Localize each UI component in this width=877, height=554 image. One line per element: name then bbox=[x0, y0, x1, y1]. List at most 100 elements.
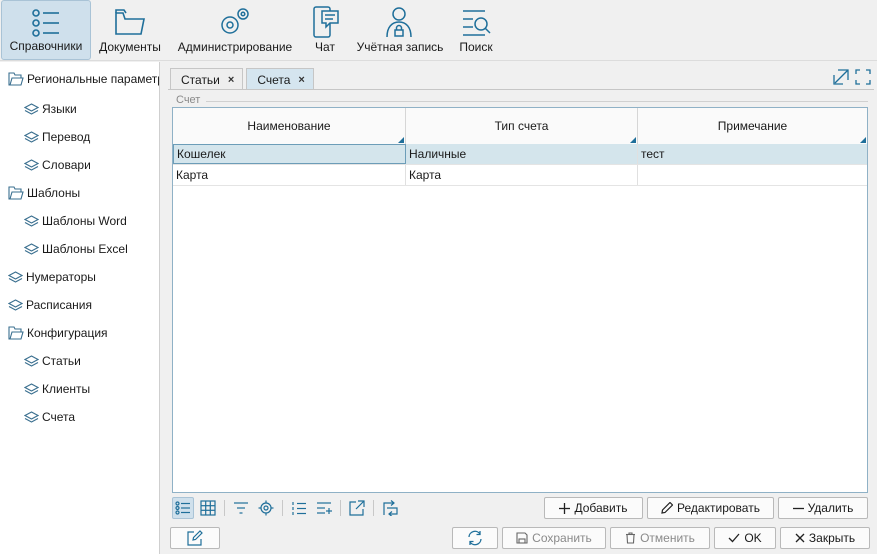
close-icon[interactable]: × bbox=[228, 74, 234, 86]
table-row[interactable]: Кошелек Наличные тест bbox=[173, 144, 867, 165]
button-label: Редактировать bbox=[677, 501, 760, 515]
column-header-name[interactable]: Наименование bbox=[173, 108, 406, 144]
tab-bar: Статьи × Счета × bbox=[170, 68, 317, 90]
gear-icon[interactable] bbox=[255, 497, 277, 519]
layers-icon bbox=[8, 270, 23, 283]
tree-item-label: Статьи bbox=[42, 354, 81, 368]
tree-item-configuration[interactable]: Конфигурация bbox=[8, 322, 108, 344]
table-cell[interactable]: Наличные bbox=[406, 144, 638, 164]
transfer-icon[interactable] bbox=[379, 497, 401, 519]
tree-item-label: Конфигурация bbox=[27, 326, 108, 340]
fullscreen-icon[interactable] bbox=[855, 69, 871, 85]
column-header-label: Тип счета bbox=[494, 119, 549, 133]
user-lock-icon bbox=[386, 7, 412, 38]
layers-icon bbox=[24, 354, 39, 367]
close-icon[interactable]: × bbox=[298, 74, 304, 86]
tree-item-excel-templates[interactable]: Шаблоны Excel bbox=[24, 238, 128, 260]
toolbar-separator bbox=[282, 500, 283, 516]
layers-icon bbox=[24, 382, 39, 395]
folder-open-icon bbox=[8, 326, 24, 340]
sort-corner-icon bbox=[398, 137, 404, 143]
toolbar-directories-button[interactable]: Справочники bbox=[1, 0, 91, 60]
trash-icon bbox=[626, 532, 636, 544]
tab-label: Счета bbox=[257, 72, 291, 87]
tab-label: Статьи bbox=[181, 72, 220, 87]
grid-toolbar bbox=[172, 497, 404, 519]
add-row-icon[interactable] bbox=[313, 497, 335, 519]
delete-button[interactable]: Удалить bbox=[778, 497, 868, 519]
save-button[interactable]: Сохранить bbox=[502, 527, 606, 549]
tree-item-clients[interactable]: Клиенты bbox=[24, 378, 90, 400]
accounts-grid[interactable]: Наименование Тип счета Примечание Кошеле… bbox=[172, 107, 868, 493]
layers-icon bbox=[24, 242, 39, 255]
add-button[interactable]: Добавить bbox=[544, 497, 643, 519]
tree-item-translation[interactable]: Перевод bbox=[24, 126, 90, 148]
table-cell[interactable]: тест bbox=[638, 144, 867, 164]
numbered-list-icon[interactable] bbox=[288, 497, 310, 519]
filter-icon[interactable] bbox=[230, 497, 252, 519]
tree-item-numerators[interactable]: Нумераторы bbox=[8, 266, 96, 288]
grid-header: Наименование Тип счета Примечание bbox=[173, 108, 867, 144]
sort-corner-icon bbox=[630, 137, 636, 143]
toolbar-label: Документы bbox=[99, 40, 161, 54]
tab-bar-divider bbox=[168, 89, 874, 90]
chat-icon bbox=[313, 6, 339, 38]
table-view-icon[interactable] bbox=[197, 497, 219, 519]
button-label: OK bbox=[744, 531, 762, 545]
folder-open-icon bbox=[8, 186, 24, 200]
table-cell[interactable] bbox=[638, 165, 867, 185]
toolbar-chat-button[interactable]: Чат bbox=[306, 0, 344, 60]
tree-item-schedules[interactable]: Расписания bbox=[8, 294, 92, 316]
ok-button[interactable]: OK bbox=[714, 527, 776, 549]
tree-item-articles[interactable]: Статьи bbox=[24, 350, 81, 372]
table-cell[interactable]: Карта bbox=[173, 165, 406, 185]
tab-articles[interactable]: Статьи × bbox=[170, 68, 244, 90]
tree-item-label: Счета bbox=[42, 410, 76, 424]
list-icon bbox=[32, 9, 59, 37]
tree-item-label: Расписания bbox=[26, 298, 92, 312]
main-toolbar: Справочники Документы Администрирование … bbox=[0, 0, 877, 61]
button-label: Удалить bbox=[807, 501, 854, 515]
pencil-icon bbox=[661, 502, 674, 514]
column-header-note[interactable]: Примечание bbox=[638, 108, 867, 144]
export-icon[interactable] bbox=[346, 497, 368, 519]
button-label: Отменить bbox=[640, 531, 695, 545]
tree-item-label: Нумераторы bbox=[26, 270, 96, 284]
table-row[interactable]: Карта Карта bbox=[173, 165, 867, 186]
plus-icon bbox=[559, 502, 571, 514]
layers-icon bbox=[24, 410, 39, 423]
refresh-button[interactable] bbox=[452, 527, 498, 549]
tree-item-dictionaries[interactable]: Словари bbox=[24, 154, 91, 176]
toolbar-label: Поиск bbox=[459, 40, 493, 54]
edit-button[interactable]: Редактировать bbox=[647, 497, 774, 519]
tree-item-label: Шаблоны Excel bbox=[42, 242, 128, 256]
close-button[interactable]: Закрыть bbox=[780, 527, 870, 549]
cancel-button[interactable]: Отменить bbox=[610, 527, 710, 549]
refresh-icon bbox=[468, 530, 482, 546]
list-view-icon[interactable] bbox=[172, 497, 194, 519]
expand-icon[interactable] bbox=[833, 69, 849, 85]
tab-accounts[interactable]: Счета × bbox=[246, 68, 314, 90]
toolbar-account-button[interactable]: Учётная запись bbox=[354, 0, 446, 60]
layers-icon bbox=[8, 298, 23, 311]
tree-item-languages[interactable]: Языки bbox=[24, 98, 77, 120]
toolbar-documents-button[interactable]: Документы bbox=[96, 0, 164, 60]
tree-item-label: Словари bbox=[42, 158, 91, 172]
tree-item-accounts[interactable]: Счета bbox=[24, 406, 75, 428]
layers-icon bbox=[24, 130, 39, 143]
tree-item-regional-settings[interactable]: Региональные параметры bbox=[8, 68, 159, 90]
tree-item-templates[interactable]: Шаблоны bbox=[8, 182, 80, 204]
column-header-label: Примечание bbox=[717, 119, 788, 133]
column-header-account-type[interactable]: Тип счета bbox=[406, 108, 638, 144]
close-icon bbox=[795, 533, 805, 543]
table-cell[interactable]: Кошелек bbox=[173, 144, 406, 164]
table-cell[interactable]: Карта bbox=[406, 165, 638, 185]
tree-item-word-templates[interactable]: Шаблоны Word bbox=[24, 210, 127, 232]
button-label: Сохранить bbox=[532, 531, 592, 545]
toolbar-administration-button[interactable]: Администрирование bbox=[174, 0, 296, 60]
navigation-tree: Региональные параметры Языки Перевод Сло… bbox=[0, 62, 160, 554]
sort-corner-icon bbox=[860, 137, 866, 143]
toolbar-search-button[interactable]: Поиск bbox=[454, 0, 498, 60]
edit-form-button[interactable] bbox=[170, 527, 220, 549]
tree-item-label: Шаблоны bbox=[27, 186, 81, 200]
